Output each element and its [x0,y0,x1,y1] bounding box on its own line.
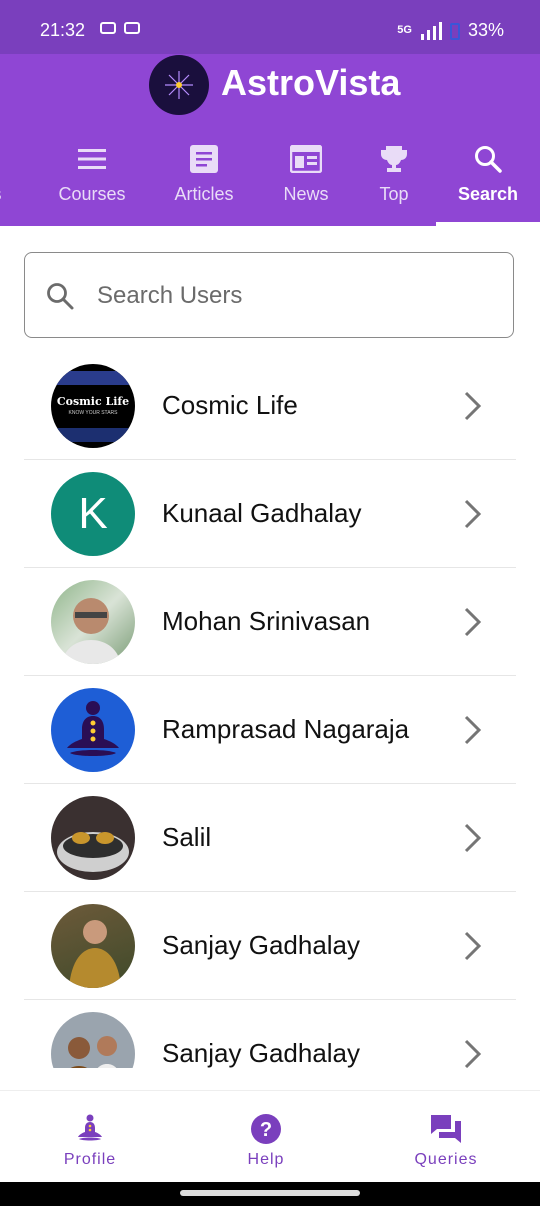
chevron-right-icon [464,823,482,853]
chat-icon [431,1115,461,1143]
menu-icon [78,149,106,169]
avatar [51,580,135,664]
avatar: Cosmic Life KNOW YOUR STARS [51,364,135,448]
nav-label: Profile [63,1151,117,1168]
person-photo [69,920,121,988]
status-right: 5G 33% [397,20,504,41]
network-label: 5G [397,24,412,36]
list-item[interactable]: Salil [24,784,516,892]
nav-label: Queries [414,1151,478,1168]
status-bar: 21:32 5G 33% [0,0,540,54]
gesture-bar [0,1182,540,1206]
notification-icons [100,22,140,34]
chevron-right-icon [464,499,482,529]
list-item[interactable]: Sanjay Gadhalay [24,1000,516,1068]
app-logo [149,55,209,115]
tab-search[interactable]: Search [436,124,540,226]
nav-queries[interactable]: Queries [356,1091,536,1183]
tab-articles[interactable]: Articles [156,124,252,226]
meditation-icon [78,1114,102,1141]
home-indicator[interactable] [180,1190,360,1196]
chevron-right-icon [464,391,482,421]
user-name: Ramprasad Nagaraja [162,714,410,744]
avatar [51,796,135,880]
app-title: AstroVista [221,62,401,103]
chevron-right-icon [464,715,482,745]
list-item[interactable]: Mohan Srinivasan [24,568,516,676]
tab-label: News [283,184,329,204]
tab-label: Articles [174,184,234,204]
person-photo [61,598,121,664]
list-item[interactable]: Sanjay Gadhalay [24,892,516,1000]
article-icon [190,145,218,173]
list-item[interactable]: Ramprasad Nagaraja [24,676,516,784]
trophy-icon [381,146,407,172]
signal-icon [420,21,442,40]
person-photo [68,1036,117,1068]
battery-level: 33% [467,20,504,40]
partial-icon [0,146,2,172]
tab-courses[interactable]: Courses [44,124,140,226]
user-name: Cosmic Life [162,390,298,420]
notification-icon [100,22,116,34]
tab-bar: s Courses Articles News Top Search [0,124,540,226]
meditation-icon [67,701,119,756]
help-icon: ? [251,1114,281,1144]
astro-star-icon [165,71,193,99]
search-input[interactable] [95,273,499,319]
user-name: Mohan Srinivasan [162,606,371,636]
avatar: K [51,472,135,556]
user-list: Cosmic Life KNOW YOUR STARS Cosmic Life … [24,352,516,1068]
nav-label: Help [247,1151,285,1168]
search-icon [47,283,74,310]
bottom-nav: Profile ? Help Queries [0,1090,540,1183]
tab-label: s [0,184,2,205]
user-name: Sanjay Gadhalay [162,1038,361,1068]
svg-text:?: ? [260,1119,272,1141]
nav-profile[interactable]: Profile [0,1091,180,1183]
app-header: AstroVista s Courses Articles News Top S… [0,54,540,226]
user-name: Sanjay Gadhalay [162,930,361,960]
tab-label: Search [457,184,519,204]
status-time: 21:32 [40,20,86,40]
search-box[interactable] [24,252,514,338]
avatar [51,904,135,988]
list-item[interactable]: Cosmic Life KNOW YOUR STARS Cosmic Life [24,352,516,460]
tab-partial[interactable]: s [0,124,14,226]
nav-help[interactable]: ? Help [176,1091,356,1183]
user-name: Salil [162,822,212,852]
avatar-logo-text: Cosmic Life [56,394,130,408]
battery-icon [449,22,460,40]
tab-top[interactable]: Top [346,124,442,226]
chevron-right-icon [464,1039,482,1068]
list-item[interactable]: K Kunaal Gadhalay [24,460,516,568]
chevron-right-icon [464,931,482,961]
avatar-logo-subtext: KNOW YOUR STARS [68,409,118,416]
chevron-right-icon [464,607,482,637]
search-icon [475,146,502,173]
notification-icon [124,22,140,34]
tab-label: Top [379,184,409,204]
food-photo [57,832,129,872]
news-icon [290,145,322,173]
avatar-initial: K [78,489,108,538]
user-name: Kunaal Gadhalay [162,498,362,528]
avatar [51,1012,135,1068]
tab-label: Courses [58,184,126,204]
avatar [51,688,135,772]
tab-news[interactable]: News [258,124,354,226]
